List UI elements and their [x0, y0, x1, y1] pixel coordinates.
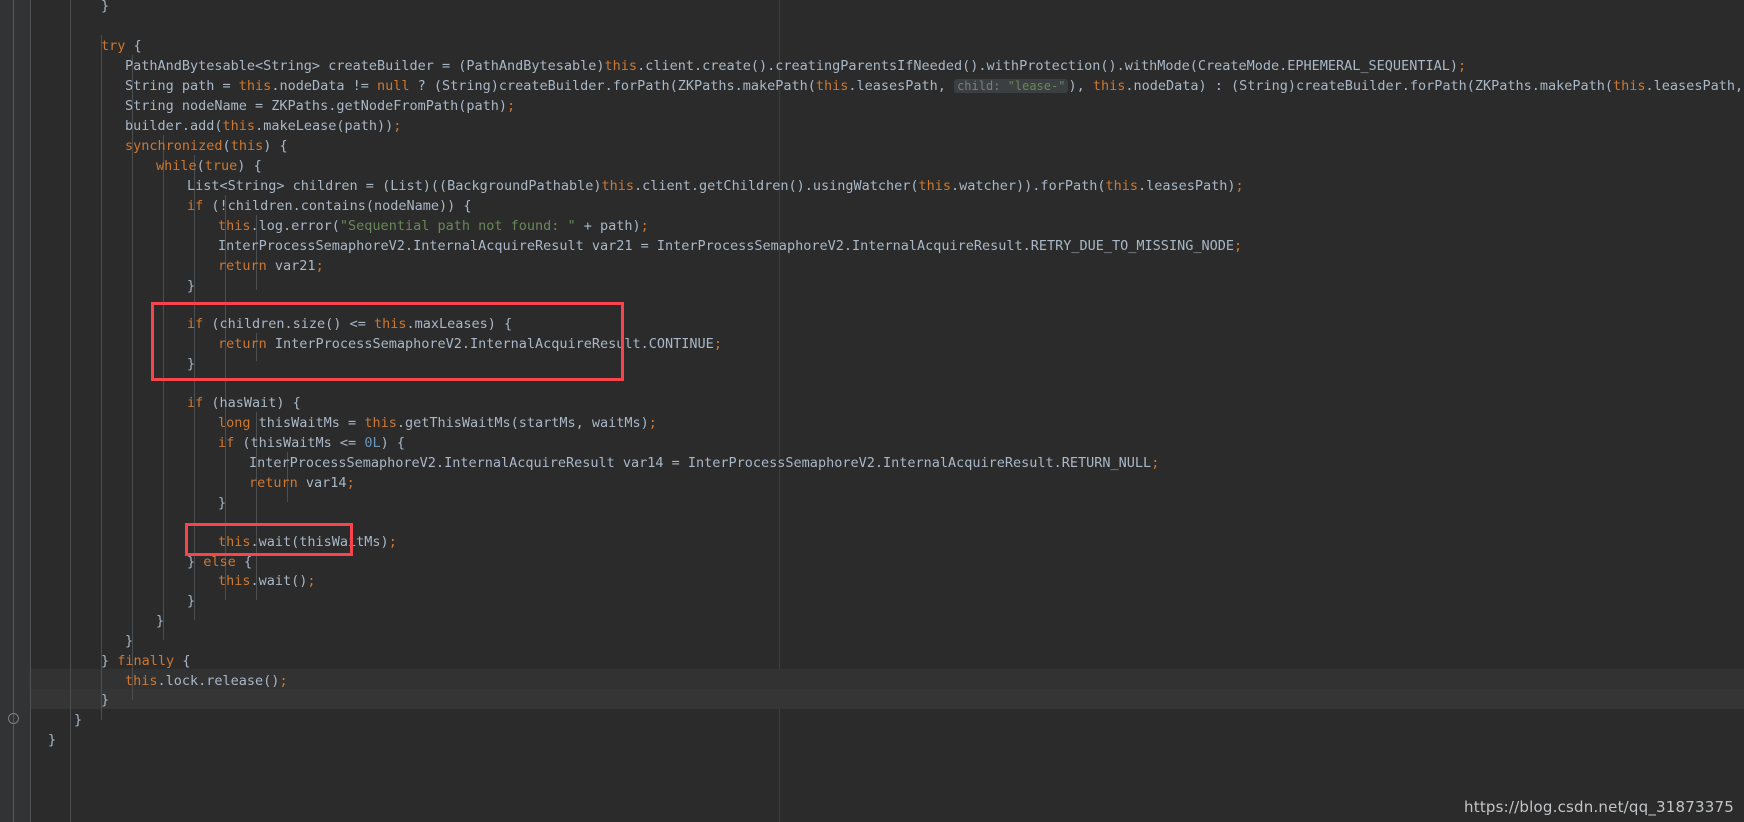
code-line: String nodeName = ZKPaths.getNodeFromPat…: [125, 98, 516, 114]
code-line: List<String> children = (List)((Backgrou…: [187, 178, 1244, 194]
code-line: }: [187, 356, 196, 372]
code-line: return var14;: [249, 475, 355, 491]
code-line: }: [101, 692, 110, 708]
code-line: return var21;: [218, 258, 324, 274]
fold-marker-icon[interactable]: [8, 713, 19, 724]
code-line: }: [187, 278, 196, 294]
code-line: if (hasWait) {: [187, 395, 301, 411]
line-highlight-release: [31, 689, 1744, 709]
code-line: PathAndBytesable<String> createBuilder =…: [125, 58, 1467, 74]
code-line: }: [101, 0, 110, 14]
code-line: this.log.error("Sequential path not foun…: [218, 218, 649, 234]
code-line: } finally {: [101, 653, 191, 669]
code-line: while(true) {: [156, 158, 262, 174]
code-line: synchronized(this) {: [125, 138, 288, 154]
watermark: https://blog.csdn.net/qq_31873375: [1464, 798, 1734, 816]
code-line: }: [218, 495, 227, 511]
code-line: return InterProcessSemaphoreV2.InternalA…: [218, 336, 722, 352]
line-highlight-finally: [31, 669, 1744, 689]
code-line: this.lock.release();: [125, 673, 288, 689]
editor-gutter[interactable]: [0, 0, 31, 822]
code-line: }: [125, 633, 134, 649]
indent-guide: [163, 135, 164, 640]
editor-surface[interactable]: } try { PathAndBytesable<String> createB…: [31, 0, 1744, 822]
code-line: if (thisWaitMs <= 0L) {: [218, 435, 405, 451]
indent-guide: [194, 155, 195, 620]
code-line: InterProcessSemaphoreV2.InternalAcquireR…: [249, 455, 1160, 471]
code-line: try {: [101, 38, 142, 54]
code-line: }: [156, 613, 165, 629]
code-line: } else {: [187, 554, 253, 570]
code-line: if (!children.contains(nodeName)) {: [187, 198, 472, 214]
editor-screen: } try { PathAndBytesable<String> createB…: [0, 0, 1744, 822]
code-line: String path = this.nodeData != null ? (S…: [125, 78, 1744, 94]
code-line: long thisWaitMs = this.getThisWaitMs(sta…: [218, 415, 657, 431]
fold-rail: [13, 0, 14, 822]
code-line: InterProcessSemaphoreV2.InternalAcquireR…: [218, 238, 1243, 254]
indent-guide: [101, 35, 102, 720]
code-line: }: [74, 712, 83, 728]
code-line: }: [187, 593, 196, 609]
inline-param-hint: child: "lease-": [954, 79, 1069, 93]
indent-guide: [70, 0, 71, 822]
code-line: }: [48, 732, 57, 748]
code-line: builder.add(this.makeLease(path));: [125, 118, 402, 134]
code-line: this.wait(thisWaitMs);: [218, 534, 397, 550]
code-line: this.wait();: [218, 573, 316, 589]
code-line: if (children.size() <= this.maxLeases) {: [187, 316, 513, 332]
